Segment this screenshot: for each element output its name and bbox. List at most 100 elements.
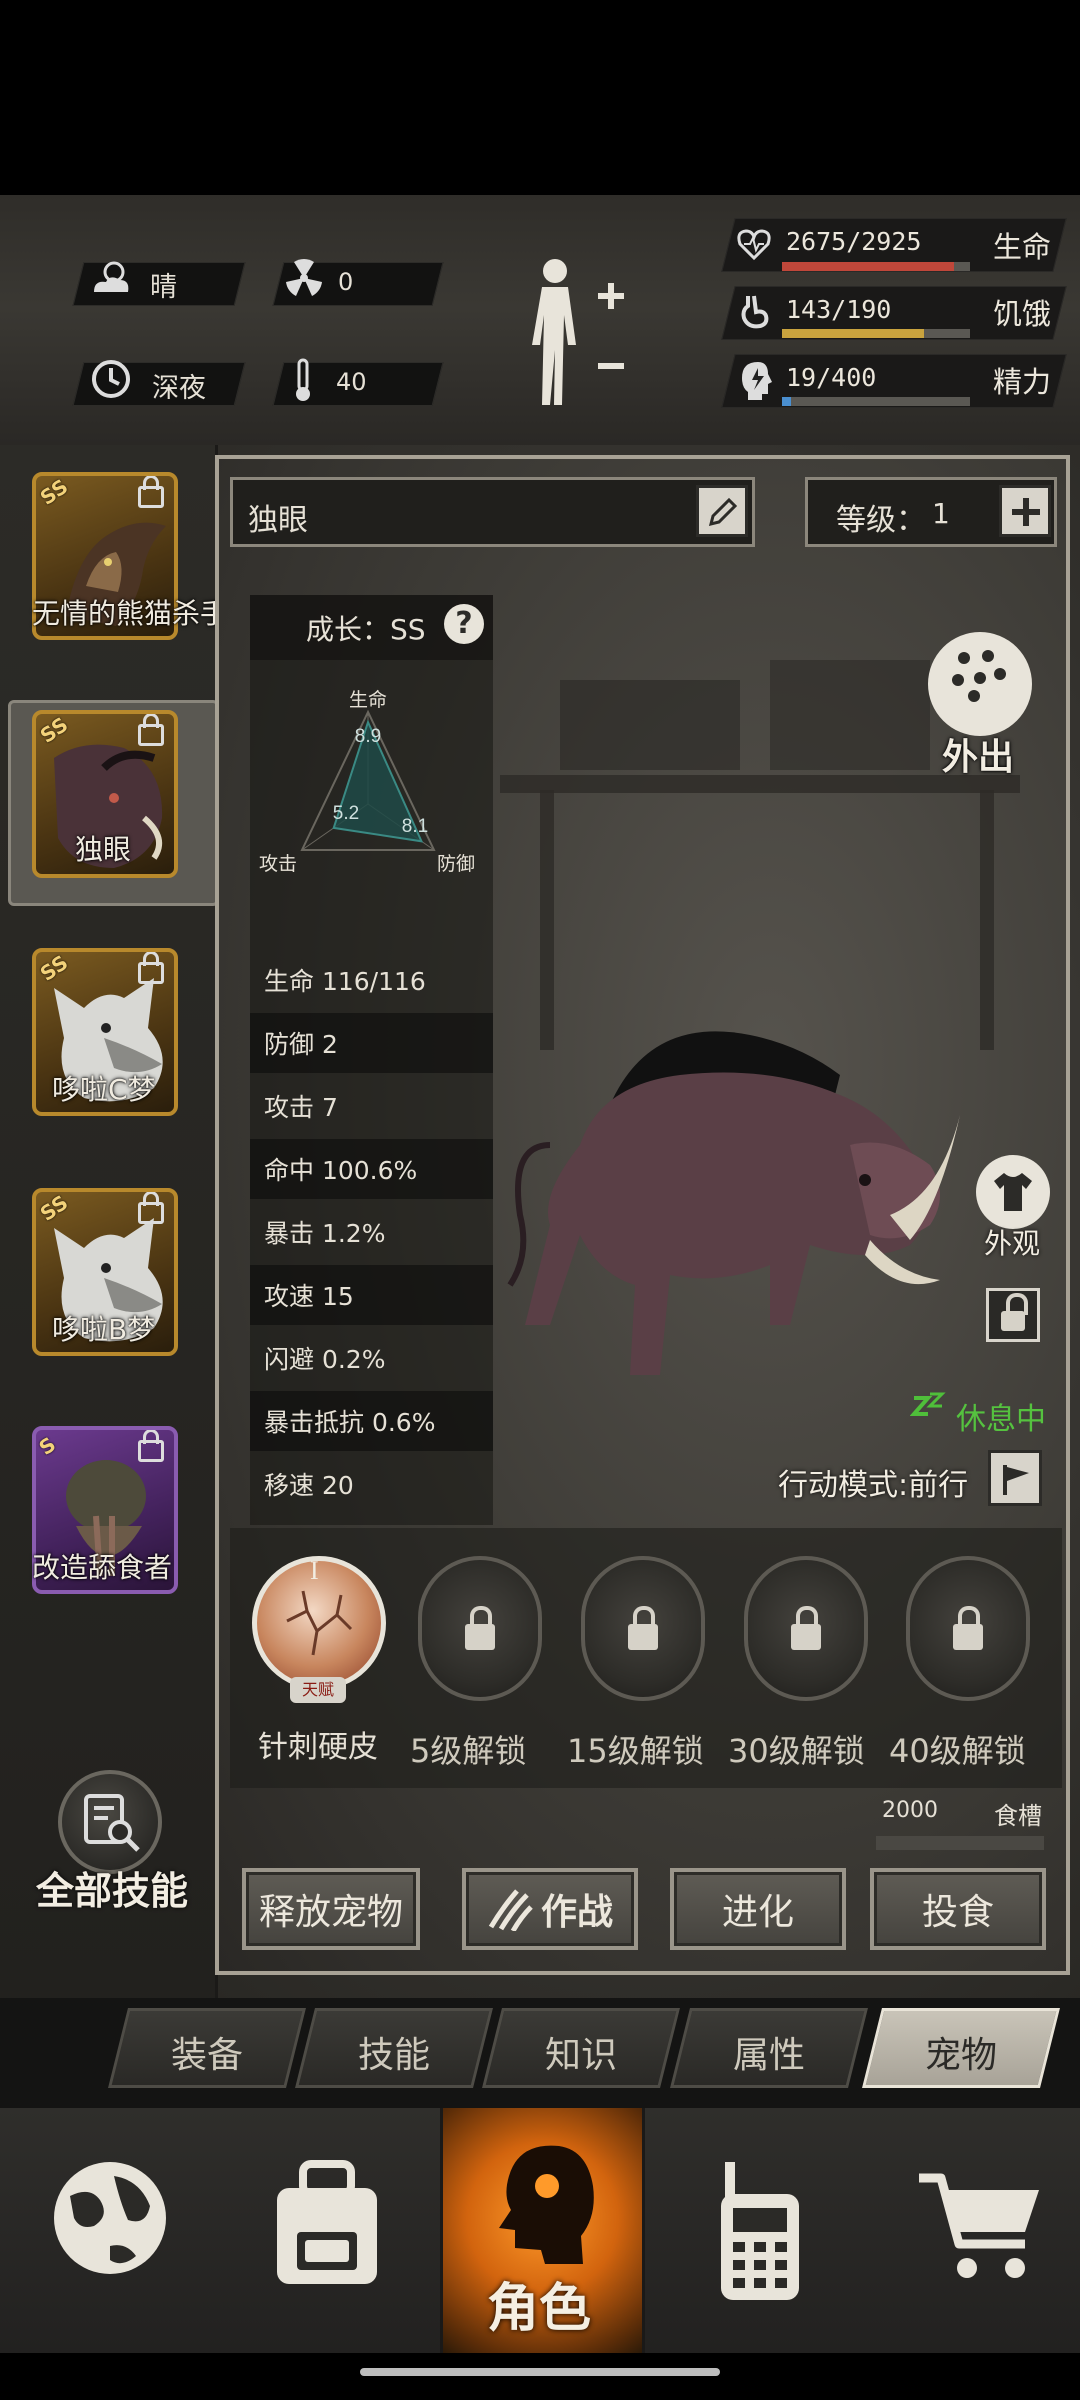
food-trough-bar bbox=[876, 1836, 1044, 1850]
nav-backpack[interactable] bbox=[215, 2108, 440, 2353]
skill-unlock-level-40: 40级解锁 bbox=[889, 1732, 1026, 1770]
heart-icon bbox=[737, 229, 771, 261]
home-indicator[interactable] bbox=[360, 2368, 720, 2376]
go-out-label[interactable]: 外出 bbox=[942, 728, 1014, 780]
sleep-zz-icon bbox=[910, 1392, 946, 1416]
radiation-value: 0 bbox=[338, 268, 354, 296]
stat-row: 移速 20 bbox=[264, 1471, 354, 1500]
action-mode-button[interactable] bbox=[988, 1450, 1042, 1506]
body-health-icon[interactable] bbox=[520, 255, 630, 415]
lock-icon bbox=[138, 952, 164, 984]
pet-status: 休息中 bbox=[956, 1402, 1046, 1437]
life-value: 2675/2925 bbox=[786, 227, 922, 256]
lock-icon bbox=[138, 714, 164, 746]
clock-icon bbox=[92, 360, 130, 398]
growth-help-icon[interactable]: ? bbox=[444, 604, 484, 644]
energy-label: 精力 bbox=[993, 365, 1052, 399]
skill-unlock-level-5: 5级解锁 bbox=[410, 1732, 527, 1770]
rename-button[interactable] bbox=[696, 485, 748, 537]
pet-name-value: 独眼 bbox=[248, 503, 308, 538]
lock-icon bbox=[138, 1430, 164, 1462]
radar-attack-label: 攻击 bbox=[259, 853, 297, 875]
food-trough-label: 食槽 bbox=[994, 1802, 1042, 1830]
stat-row: 命中 100.6% bbox=[250, 1139, 493, 1199]
radar-attack-value: 5.2 bbox=[333, 803, 359, 824]
evolve-button[interactable]: 进化 bbox=[670, 1868, 846, 1950]
tab-equipment-label[interactable]: 装备 bbox=[118, 2026, 296, 2078]
thermometer-icon bbox=[296, 358, 310, 401]
radar-life-label: 生命 bbox=[349, 689, 387, 711]
radar-defense-value: 8.1 bbox=[402, 816, 428, 837]
stomach-icon bbox=[741, 295, 769, 329]
temperature-value: 40 bbox=[336, 368, 367, 396]
nav-radio[interactable] bbox=[645, 2108, 865, 2353]
tab-pets-label[interactable]: 宠物 bbox=[872, 2026, 1050, 2078]
lock-icon bbox=[138, 1192, 164, 1224]
release-pet-button[interactable]: 释放宠物 bbox=[242, 1868, 420, 1950]
feed-button[interactable]: 投食 bbox=[870, 1868, 1046, 1950]
paw-prints-icon bbox=[952, 650, 1006, 702]
tab-skills-label[interactable]: 技能 bbox=[305, 2026, 483, 2078]
lock-icon bbox=[791, 1606, 821, 1650]
action-mode-label: 行动模式:前行 bbox=[778, 1468, 969, 1503]
stat-row: 生命 116/116 bbox=[264, 967, 426, 996]
hunger-fill bbox=[782, 329, 924, 338]
skill-unlock-level-30: 30级解锁 bbox=[728, 1732, 865, 1770]
pencil-icon bbox=[708, 497, 738, 527]
talent-tier: I bbox=[310, 1556, 319, 1585]
talent-badge: 天赋 bbox=[290, 1677, 346, 1703]
all-skills-button[interactable] bbox=[58, 1770, 162, 1874]
tshirt-icon bbox=[994, 1173, 1032, 1211]
locked-skill-slot[interactable] bbox=[581, 1556, 705, 1701]
cracked-skin-icon bbox=[286, 1590, 353, 1656]
lock-icon bbox=[465, 1606, 495, 1650]
head-profile-icon bbox=[499, 2145, 594, 2264]
lock-icon bbox=[1001, 1293, 1028, 1331]
pet-name-field[interactable] bbox=[230, 477, 755, 547]
hunger-label: 饥饿 bbox=[993, 297, 1052, 331]
pet-name-dora-b: 哆啦B梦 bbox=[52, 1313, 156, 1346]
tab-attributes-label[interactable]: 属性 bbox=[680, 2026, 858, 2078]
hunger-value: 143/190 bbox=[786, 295, 892, 324]
food-amount: 2000 bbox=[882, 1798, 938, 1823]
skill-name-needle-hide: 针刺硬皮 bbox=[258, 1730, 378, 1765]
flag-icon bbox=[1003, 1465, 1029, 1495]
battle-button[interactable]: 作战 bbox=[462, 1868, 638, 1950]
energy-fill bbox=[782, 397, 791, 406]
weather-label: 晴 bbox=[150, 272, 177, 303]
energy-value: 19/400 bbox=[786, 363, 877, 392]
stat-row: 攻击 7 bbox=[264, 1093, 338, 1122]
magnifier-document-icon bbox=[84, 1794, 140, 1852]
life-label: 生命 bbox=[993, 230, 1052, 264]
nav-character[interactable]: 角色 bbox=[440, 2108, 645, 2353]
stat-row: 攻速 15 bbox=[250, 1265, 493, 1325]
radiation-icon bbox=[286, 258, 322, 296]
stat-row: 暴击抵抗 0.6% bbox=[250, 1391, 493, 1451]
appearance-button[interactable] bbox=[976, 1155, 1050, 1229]
time-label: 深夜 bbox=[152, 373, 206, 404]
nav-shop[interactable] bbox=[865, 2108, 1080, 2353]
nav-character-label[interactable]: 角色 bbox=[487, 2266, 591, 2341]
stat-row: 暴击 1.2% bbox=[264, 1219, 386, 1248]
appearance-label[interactable]: 外观 bbox=[984, 1222, 1040, 1262]
level-up-button[interactable] bbox=[999, 485, 1051, 537]
locked-skill-slot[interactable] bbox=[906, 1556, 1030, 1701]
boar-illustration bbox=[507, 1031, 960, 1375]
nav-world-map[interactable] bbox=[0, 2108, 215, 2353]
skill-unlock-level-15: 15级解锁 bbox=[567, 1732, 704, 1770]
all-skills-label[interactable]: 全部技能 bbox=[36, 1860, 188, 1915]
level-label: 等级： bbox=[836, 503, 926, 538]
shopping-cart-icon bbox=[919, 2173, 1039, 2278]
talent-skill-icon[interactable] bbox=[252, 1556, 386, 1690]
life-fill bbox=[782, 262, 954, 271]
growth-label: 成长：SS bbox=[306, 613, 426, 646]
head-energy-icon bbox=[742, 362, 772, 400]
pet-name-dora-c: 哆啦C梦 bbox=[52, 1073, 156, 1106]
locked-skill-slot[interactable] bbox=[744, 1556, 868, 1701]
go-out-button[interactable] bbox=[928, 632, 1032, 736]
locked-skill-slot[interactable] bbox=[418, 1556, 542, 1701]
energy-track bbox=[782, 397, 970, 406]
battle-label: 作战 bbox=[540, 1892, 613, 1933]
lock-toggle-button[interactable] bbox=[986, 1288, 1040, 1342]
tab-knowledge-label[interactable]: 知识 bbox=[492, 2026, 670, 2078]
